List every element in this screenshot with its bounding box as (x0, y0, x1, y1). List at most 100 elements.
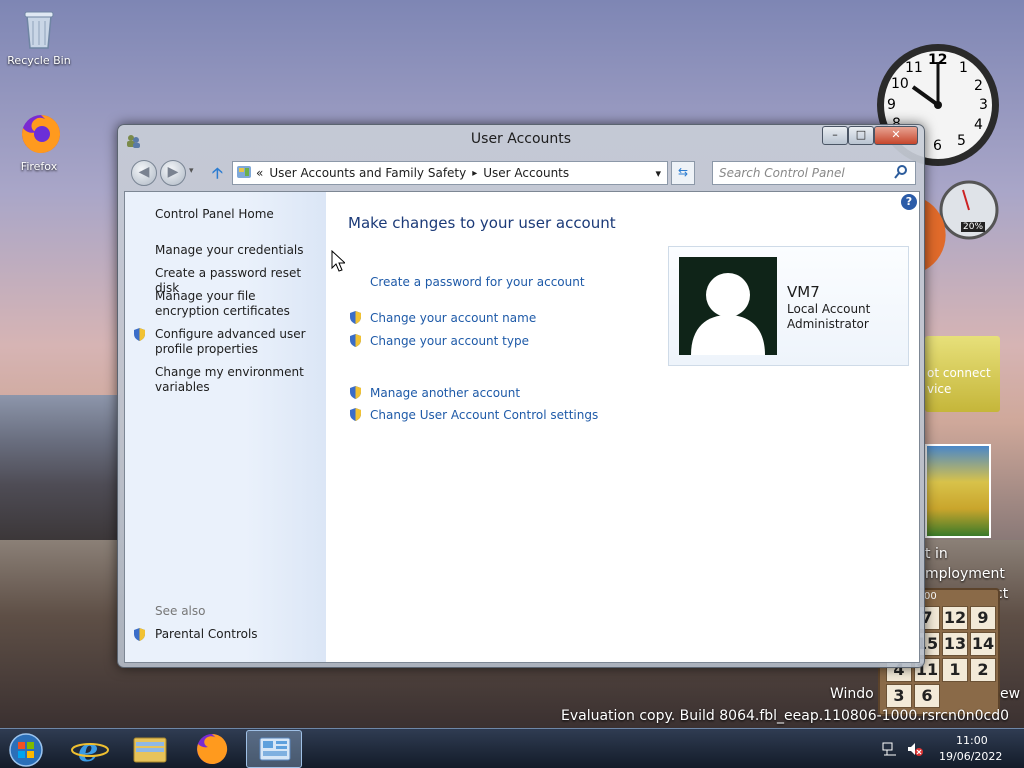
internet-explorer-icon: e (71, 731, 109, 768)
breadcrumb-overflow[interactable]: « (256, 166, 263, 180)
clock-date[interactable]: 19/06/2022 (939, 750, 1002, 763)
puzzle-tile[interactable]: 12 (942, 606, 968, 630)
file-encryption-link[interactable]: Manage your file encryption certificates (155, 289, 315, 319)
firefox-icon (19, 112, 61, 156)
clock-number: 9 (887, 97, 896, 113)
puzzle-tile[interactable]: 13 (942, 632, 968, 656)
uac-shield-icon (132, 627, 147, 642)
user-avatar (679, 257, 777, 355)
clock-number: 6 (933, 138, 942, 154)
desktop-icon-label: Firefox (20, 160, 58, 173)
puzzle-tile[interactable]: 3 (886, 684, 912, 708)
clock-number: 12 (928, 52, 948, 68)
puzzle-tile[interactable]: 1 (942, 658, 968, 682)
environment-variables-link[interactable]: Change my environment variables (155, 365, 315, 395)
start-orb-icon (9, 733, 43, 767)
feed-gadget[interactable]: ot connect vice (925, 336, 1000, 412)
cpu-meter-gadget[interactable]: 20% (925, 180, 999, 272)
taskbar-control-panel[interactable] (246, 730, 302, 768)
desktop-text: t in (925, 546, 948, 562)
search-icon[interactable] (894, 165, 908, 182)
firefox-icon (197, 733, 228, 764)
window-title: User Accounts (470, 131, 572, 147)
puzzle-tile[interactable]: 9 (970, 606, 996, 630)
user-accounts-app-icon (125, 131, 141, 148)
parental-controls-link[interactable]: Parental Controls (155, 627, 315, 642)
puzzle-tile[interactable]: 2 (970, 658, 996, 682)
breadcrumb-separator[interactable]: ▸ (472, 168, 477, 179)
desktop-icon-firefox[interactable]: Firefox (4, 112, 74, 173)
recycle-bin-icon (19, 6, 59, 50)
feed-text: vice (927, 382, 952, 396)
up-button[interactable]: 🡡 (212, 163, 223, 188)
volume-muted-icon[interactable] (906, 741, 924, 760)
clock-number: 2 (974, 78, 983, 94)
taskbar: e 11:00 19/06/2022 (0, 728, 1024, 768)
account-kind: Local Account (787, 302, 871, 316)
puzzle-tile[interactable]: 6 (914, 684, 940, 708)
clock-number: 3 (979, 97, 988, 113)
clock-number: 5 (957, 133, 966, 149)
left-pane: Control Panel Home Manage your credentia… (125, 192, 326, 662)
account-role: Administrator (787, 317, 869, 331)
taskbar-firefox[interactable] (184, 730, 240, 768)
breadcrumb-user-accounts[interactable]: User Accounts (483, 166, 569, 180)
desktop-icon-recycle-bin[interactable]: Recycle Bin (4, 6, 74, 67)
manage-credentials-link[interactable]: Manage your credentials (155, 243, 315, 258)
uac-shield-icon (348, 407, 363, 425)
cpu-percent: 20% (961, 222, 986, 232)
network-icon[interactable] (882, 741, 898, 760)
uac-shield-icon (348, 385, 363, 403)
slideshow-gadget[interactable] (925, 444, 991, 538)
desktop-text: mployment (925, 566, 1005, 582)
content-area: Control Panel Home Manage your credentia… (124, 191, 920, 663)
user-accounts-window[interactable]: User Accounts – □ ✕ ◀ ▶ ▾ 🡡 « User Accou… (117, 124, 925, 668)
uac-shield-icon (132, 327, 147, 342)
close-button[interactable]: ✕ (874, 126, 918, 145)
page-title: Make changes to your user account (348, 214, 616, 232)
feed-text: ot connect (927, 366, 991, 380)
uac-settings-link[interactable]: Change User Account Control settings (370, 408, 598, 422)
advanced-profile-link[interactable]: Configure advanced user profile properti… (155, 327, 315, 357)
puzzle-tile[interactable]: 14 (970, 632, 996, 656)
clock-number: 1 (959, 60, 968, 76)
clock-number: 11 (905, 60, 923, 76)
forward-button[interactable]: ▶ (160, 160, 186, 186)
control-panel-home-link[interactable]: Control Panel Home (155, 207, 315, 222)
address-bar[interactable]: « User Accounts and Family Safety ▸ User… (232, 161, 668, 185)
create-password-link[interactable]: Create a password for your account (370, 275, 585, 289)
change-account-type-link[interactable]: Change your account type (370, 334, 529, 348)
back-button[interactable]: ◀ (131, 160, 157, 186)
svg-text:e: e (78, 731, 98, 768)
puzzle-timer: 00 (924, 591, 937, 602)
address-dropdown-button[interactable]: ▾ (655, 167, 661, 180)
account-name: VM7 (787, 283, 820, 301)
taskbar-file-explorer[interactable] (122, 730, 178, 768)
uac-shield-icon (348, 333, 363, 351)
watermark-text: Windo (830, 686, 874, 702)
recent-pages-dropdown[interactable]: ▾ (189, 166, 194, 176)
clock-number: 10 (891, 76, 909, 92)
watermark-text: ew (1000, 686, 1021, 702)
maximize-button[interactable]: □ (848, 126, 874, 145)
breadcrumb-user-accounts-family-safety[interactable]: User Accounts and Family Safety (269, 166, 466, 180)
change-account-name-link[interactable]: Change your account name (370, 311, 536, 325)
manage-another-account-link[interactable]: Manage another account (370, 386, 520, 400)
watermark-build: Evaluation copy. Build 8064.fbl_eeap.110… (561, 708, 1009, 724)
refresh-button[interactable]: ⇆ (671, 161, 695, 185)
desktop-icon-label: Recycle Bin (7, 54, 71, 67)
uac-shield-icon (348, 310, 363, 328)
taskbar-internet-explorer[interactable]: e (62, 730, 118, 768)
control-panel-icon (259, 737, 291, 761)
minimize-button[interactable]: – (822, 126, 848, 145)
start-button[interactable] (0, 730, 52, 768)
help-icon[interactable]: ? (901, 194, 917, 210)
title-bar[interactable]: User Accounts – □ ✕ (118, 125, 924, 155)
clock-time[interactable]: 11:00 (956, 734, 988, 747)
control-panel-icon (236, 164, 252, 183)
search-input[interactable]: Search Control Panel (712, 161, 916, 185)
mouse-cursor (331, 250, 345, 272)
wallpaper-city (0, 395, 120, 545)
file-explorer-icon (133, 737, 167, 763)
account-card: VM7 Local Account Administrator (668, 246, 909, 366)
